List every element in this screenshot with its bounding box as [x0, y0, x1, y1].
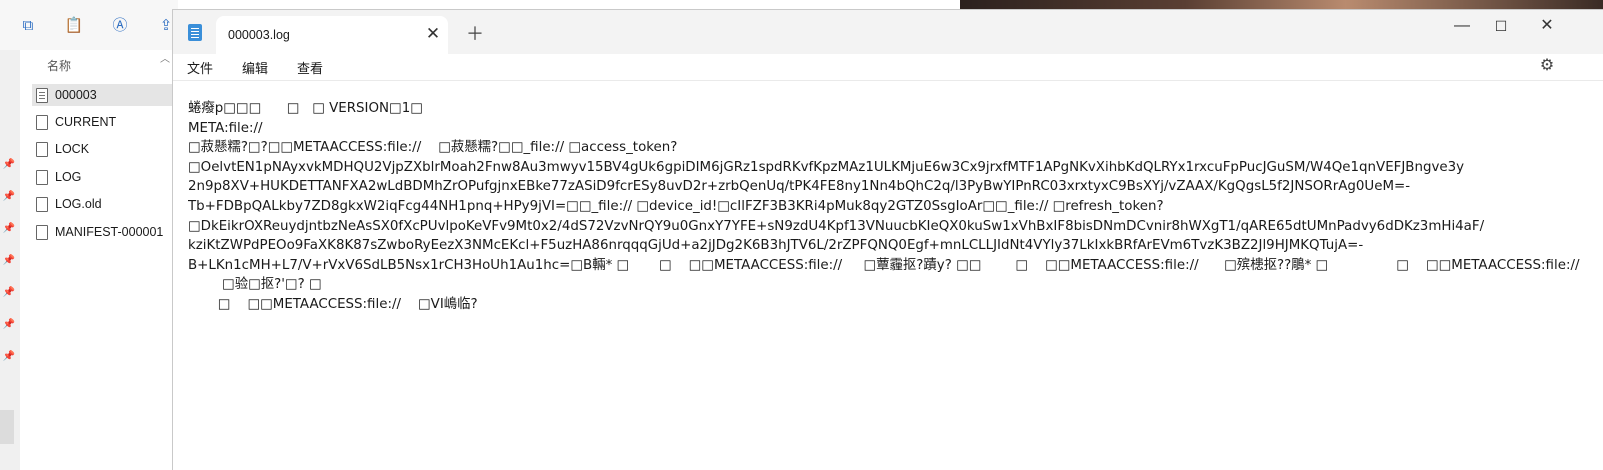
text-line: 2n9p8XV+HUKDETTANFXA2wLdBDMhZrOPufgjnxEB…: [188, 179, 1411, 195]
file-row[interactable]: 000003: [32, 84, 178, 106]
title-bar[interactable]: 000003.log ✕ ＋ — ☐ ✕: [173, 10, 1603, 54]
file-name: CURRENT: [55, 115, 117, 129]
settings-icon[interactable]: ⚙: [1537, 56, 1557, 76]
file-name: MANIFEST-000001: [55, 225, 164, 239]
sort-caret-icon[interactable]: ︿: [160, 50, 170, 65]
maximize-icon[interactable]: ☐: [1487, 14, 1515, 38]
file-row[interactable]: LOCK: [32, 138, 178, 160]
tab-active[interactable]: 000003.log ✕: [216, 16, 448, 54]
menu-file[interactable]: 文件: [185, 58, 215, 77]
copy-icon[interactable]: ⧉: [18, 16, 38, 36]
close-window-icon[interactable]: ✕: [1533, 14, 1561, 38]
menu-view[interactable]: 查看: [295, 58, 325, 77]
text-line: META:file://: [188, 120, 263, 136]
file-row[interactable]: MANIFEST-000001: [32, 221, 178, 243]
text-line: □ □□METAACCESS:file:// □VI嶋临?: [188, 296, 478, 312]
menu-bar: 文件 编辑 查看 ⚙: [173, 54, 1603, 81]
paste-icon[interactable]: 📋: [64, 16, 84, 36]
file-icon: [36, 169, 48, 185]
pin-icon[interactable]: 📌: [2, 190, 16, 204]
file-row[interactable]: LOG.old: [32, 193, 178, 215]
file-name: LOG: [55, 170, 82, 184]
file-row[interactable]: LOG: [32, 166, 178, 188]
file-explorer-window: ⧉ 📋 Ⓐ ⇪ 📌 📌 📌 📌 📌 📌 📌 ︿ 名称 000003 CURREN…: [0, 0, 178, 470]
nav-selection-highlight: [0, 410, 14, 444]
quick-access-strip: 📌 📌 📌 📌 📌 📌 📌: [0, 50, 21, 470]
pin-icon[interactable]: 📌: [2, 318, 16, 332]
new-tab-icon[interactable]: ＋: [465, 24, 485, 44]
text-line: 蜷癈p□□□ □ □ VERSION□1□: [188, 101, 423, 116]
close-tab-icon[interactable]: ✕: [424, 25, 442, 43]
text-line: □DkEikrOXReuydjntbzNeAsSX0fXcPUvlpoKeVFv…: [188, 218, 1485, 234]
text-line: B+LKn1cMH+L7/V+rVxV6SdLB5Nsx1rCH3HoUh1Au…: [188, 257, 1580, 273]
rename-icon[interactable]: Ⓐ: [110, 16, 130, 36]
file-icon: [36, 224, 48, 240]
text-line: □验□抠?'□? □: [188, 277, 322, 293]
file-icon: [36, 87, 48, 103]
text-editor[interactable]: 蜷癈p□□□ □ □ VERSION□1□ META:file:// □菽懸糯?…: [188, 99, 1598, 464]
pin-icon[interactable]: 📌: [2, 158, 16, 172]
file-icon: [36, 196, 48, 212]
notepad-app-icon: [188, 24, 202, 41]
notepad-window: 000003.log ✕ ＋ — ☐ ✕ 文件 编辑 查看 ⚙ 蜷癈p□□□ □…: [172, 9, 1603, 470]
column-header-name[interactable]: 名称: [47, 57, 71, 74]
minimize-icon[interactable]: —: [1448, 14, 1476, 38]
file-icon: [36, 114, 48, 130]
text-line: kziKtZWPdPEOo9FaXK8K87sZwboRyEezX3NMcEKc…: [188, 238, 1364, 254]
pin-icon[interactable]: 📌: [2, 222, 16, 236]
pin-icon[interactable]: 📌: [2, 286, 16, 300]
file-name: LOCK: [55, 142, 90, 156]
file-list: ︿ 名称 000003 CURRENT LOCK LOG LOG.old MAN…: [20, 50, 178, 470]
explorer-toolbar: ⧉ 📋 Ⓐ ⇪: [0, 0, 178, 51]
file-name: LOG.old: [55, 197, 102, 211]
text-line: □OelvtEN1pNAyxvkMDHQU2VjpZXblrMoah2Fnw8A…: [188, 159, 1465, 175]
menu-edit[interactable]: 编辑: [240, 58, 270, 77]
pin-icon[interactable]: 📌: [2, 254, 16, 268]
background-photo: [960, 0, 1603, 9]
file-name: 000003: [55, 88, 97, 102]
tab-title: 000003.log: [228, 28, 290, 42]
text-line: Tb+FDBpQALkby7ZD8gkxW2iqFcg44NH1pnq+HPy9…: [188, 198, 1164, 214]
text-line: □菽懸糯?□?□□METAACCESS:file:// □菽懸糯?□□_file…: [188, 140, 678, 156]
pin-icon[interactable]: 📌: [2, 350, 16, 364]
file-icon: [36, 141, 48, 157]
file-row[interactable]: CURRENT: [32, 111, 178, 133]
